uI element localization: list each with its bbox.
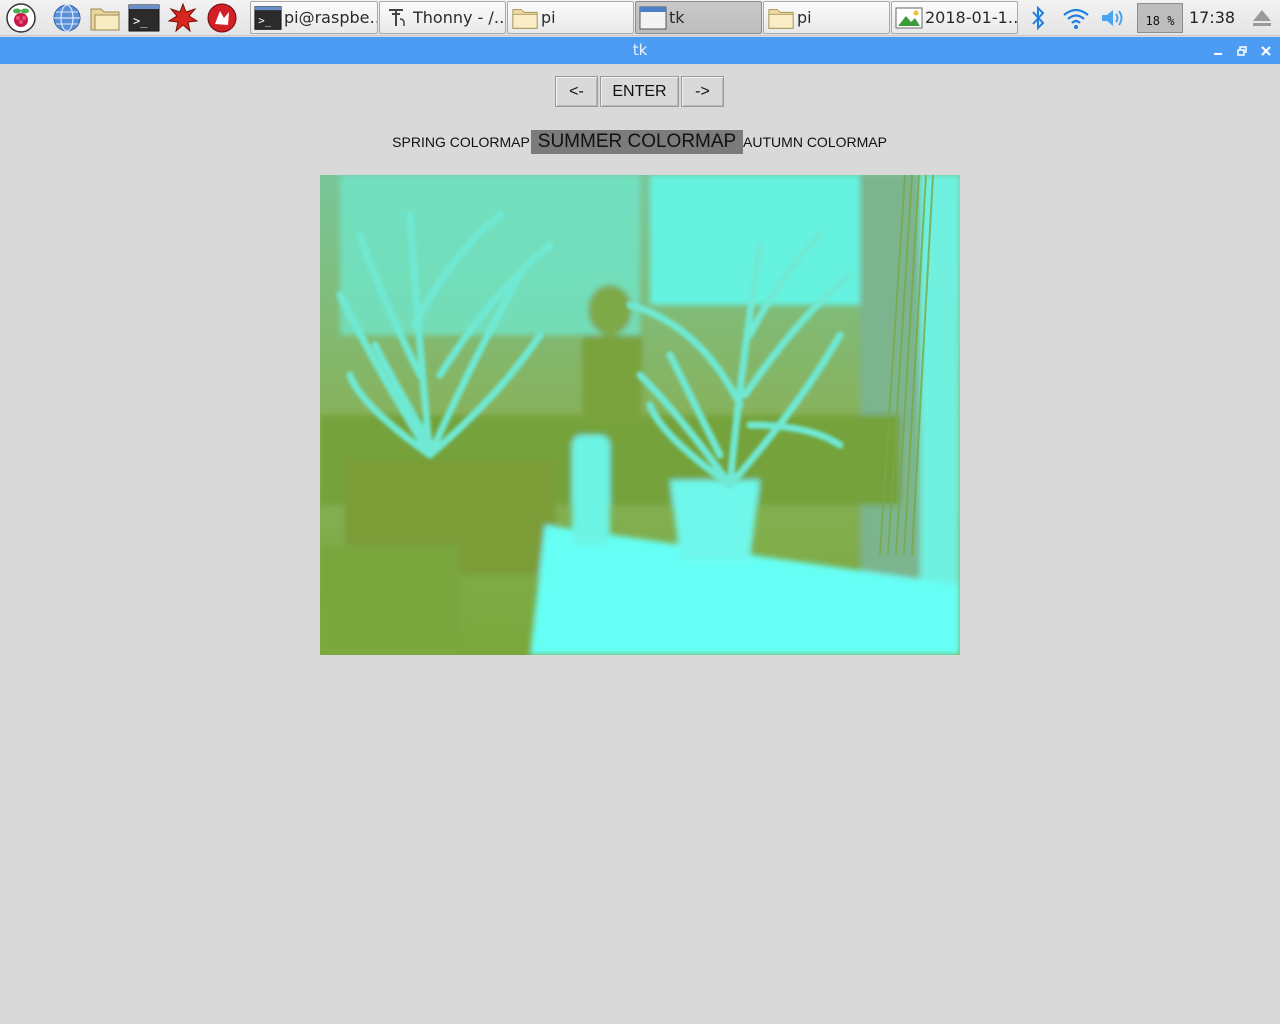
window-title: tk: [632, 41, 648, 59]
window-icon: [639, 5, 667, 31]
svg-text:>_: >_: [258, 15, 271, 27]
volume-icon[interactable]: [1098, 2, 1128, 34]
file-manager-icon[interactable]: [89, 2, 121, 34]
window-titlebar[interactable]: tk: [0, 37, 1280, 64]
raspberry-menu-icon[interactable]: [5, 2, 37, 34]
clock[interactable]: 17:38: [1189, 8, 1235, 27]
task-folder-pi-1[interactable]: pi: [507, 1, 634, 34]
terminal-icon[interactable]: >_: [128, 2, 160, 34]
cpu-usage-monitor[interactable]: 18 %: [1137, 3, 1183, 33]
cpu-usage-value: 18 %: [1145, 14, 1175, 28]
task-label: pi: [541, 8, 556, 27]
autumn-colormap-option[interactable]: AUTUMN COLORMAP: [743, 130, 887, 154]
task-label: pi@raspbe…: [284, 8, 377, 27]
svg-text:>_: >_: [133, 14, 148, 28]
math-icon[interactable]: [167, 2, 199, 34]
folder-icon: [511, 5, 539, 31]
image-viewer-icon: [895, 5, 923, 31]
task-folder-pi-2[interactable]: pi: [763, 1, 890, 34]
close-icon[interactable]: [1259, 43, 1273, 57]
web-browser-icon[interactable]: [51, 2, 83, 34]
wolfram-icon[interactable]: [206, 2, 238, 34]
summer-colormap-option[interactable]: SUMMER COLORMAP: [531, 130, 743, 154]
thonny-icon: [383, 5, 411, 31]
bluetooth-icon[interactable]: [1024, 2, 1052, 34]
task-label: tk: [669, 8, 685, 27]
task-tk[interactable]: tk: [635, 1, 762, 34]
task-thonny[interactable]: Thonny - /…: [379, 1, 506, 34]
enter-button[interactable]: ENTER: [600, 76, 679, 107]
minimize-icon[interactable]: [1211, 43, 1225, 57]
task-image-viewer[interactable]: 2018-01-1…: [891, 1, 1018, 34]
camera-feed-image: [320, 175, 960, 655]
terminal-icon: >_: [254, 5, 282, 31]
spring-colormap-option[interactable]: SPRING COLORMAP: [392, 130, 530, 154]
task-label: 2018-01-1…: [925, 8, 1017, 27]
prev-button[interactable]: <-: [555, 76, 598, 107]
taskbar: >_ >_ pi@raspbe… Thonny - /… pi tk pi 20…: [0, 0, 1280, 36]
task-terminal[interactable]: >_ pi@raspbe…: [250, 1, 378, 34]
task-label: Thonny - /…: [413, 8, 505, 27]
folder-icon: [767, 5, 795, 31]
wifi-icon[interactable]: [1061, 2, 1091, 34]
maximize-icon[interactable]: [1235, 43, 1249, 57]
eject-icon[interactable]: [1248, 2, 1276, 34]
task-label: pi: [797, 8, 812, 27]
next-button[interactable]: ->: [681, 76, 724, 107]
